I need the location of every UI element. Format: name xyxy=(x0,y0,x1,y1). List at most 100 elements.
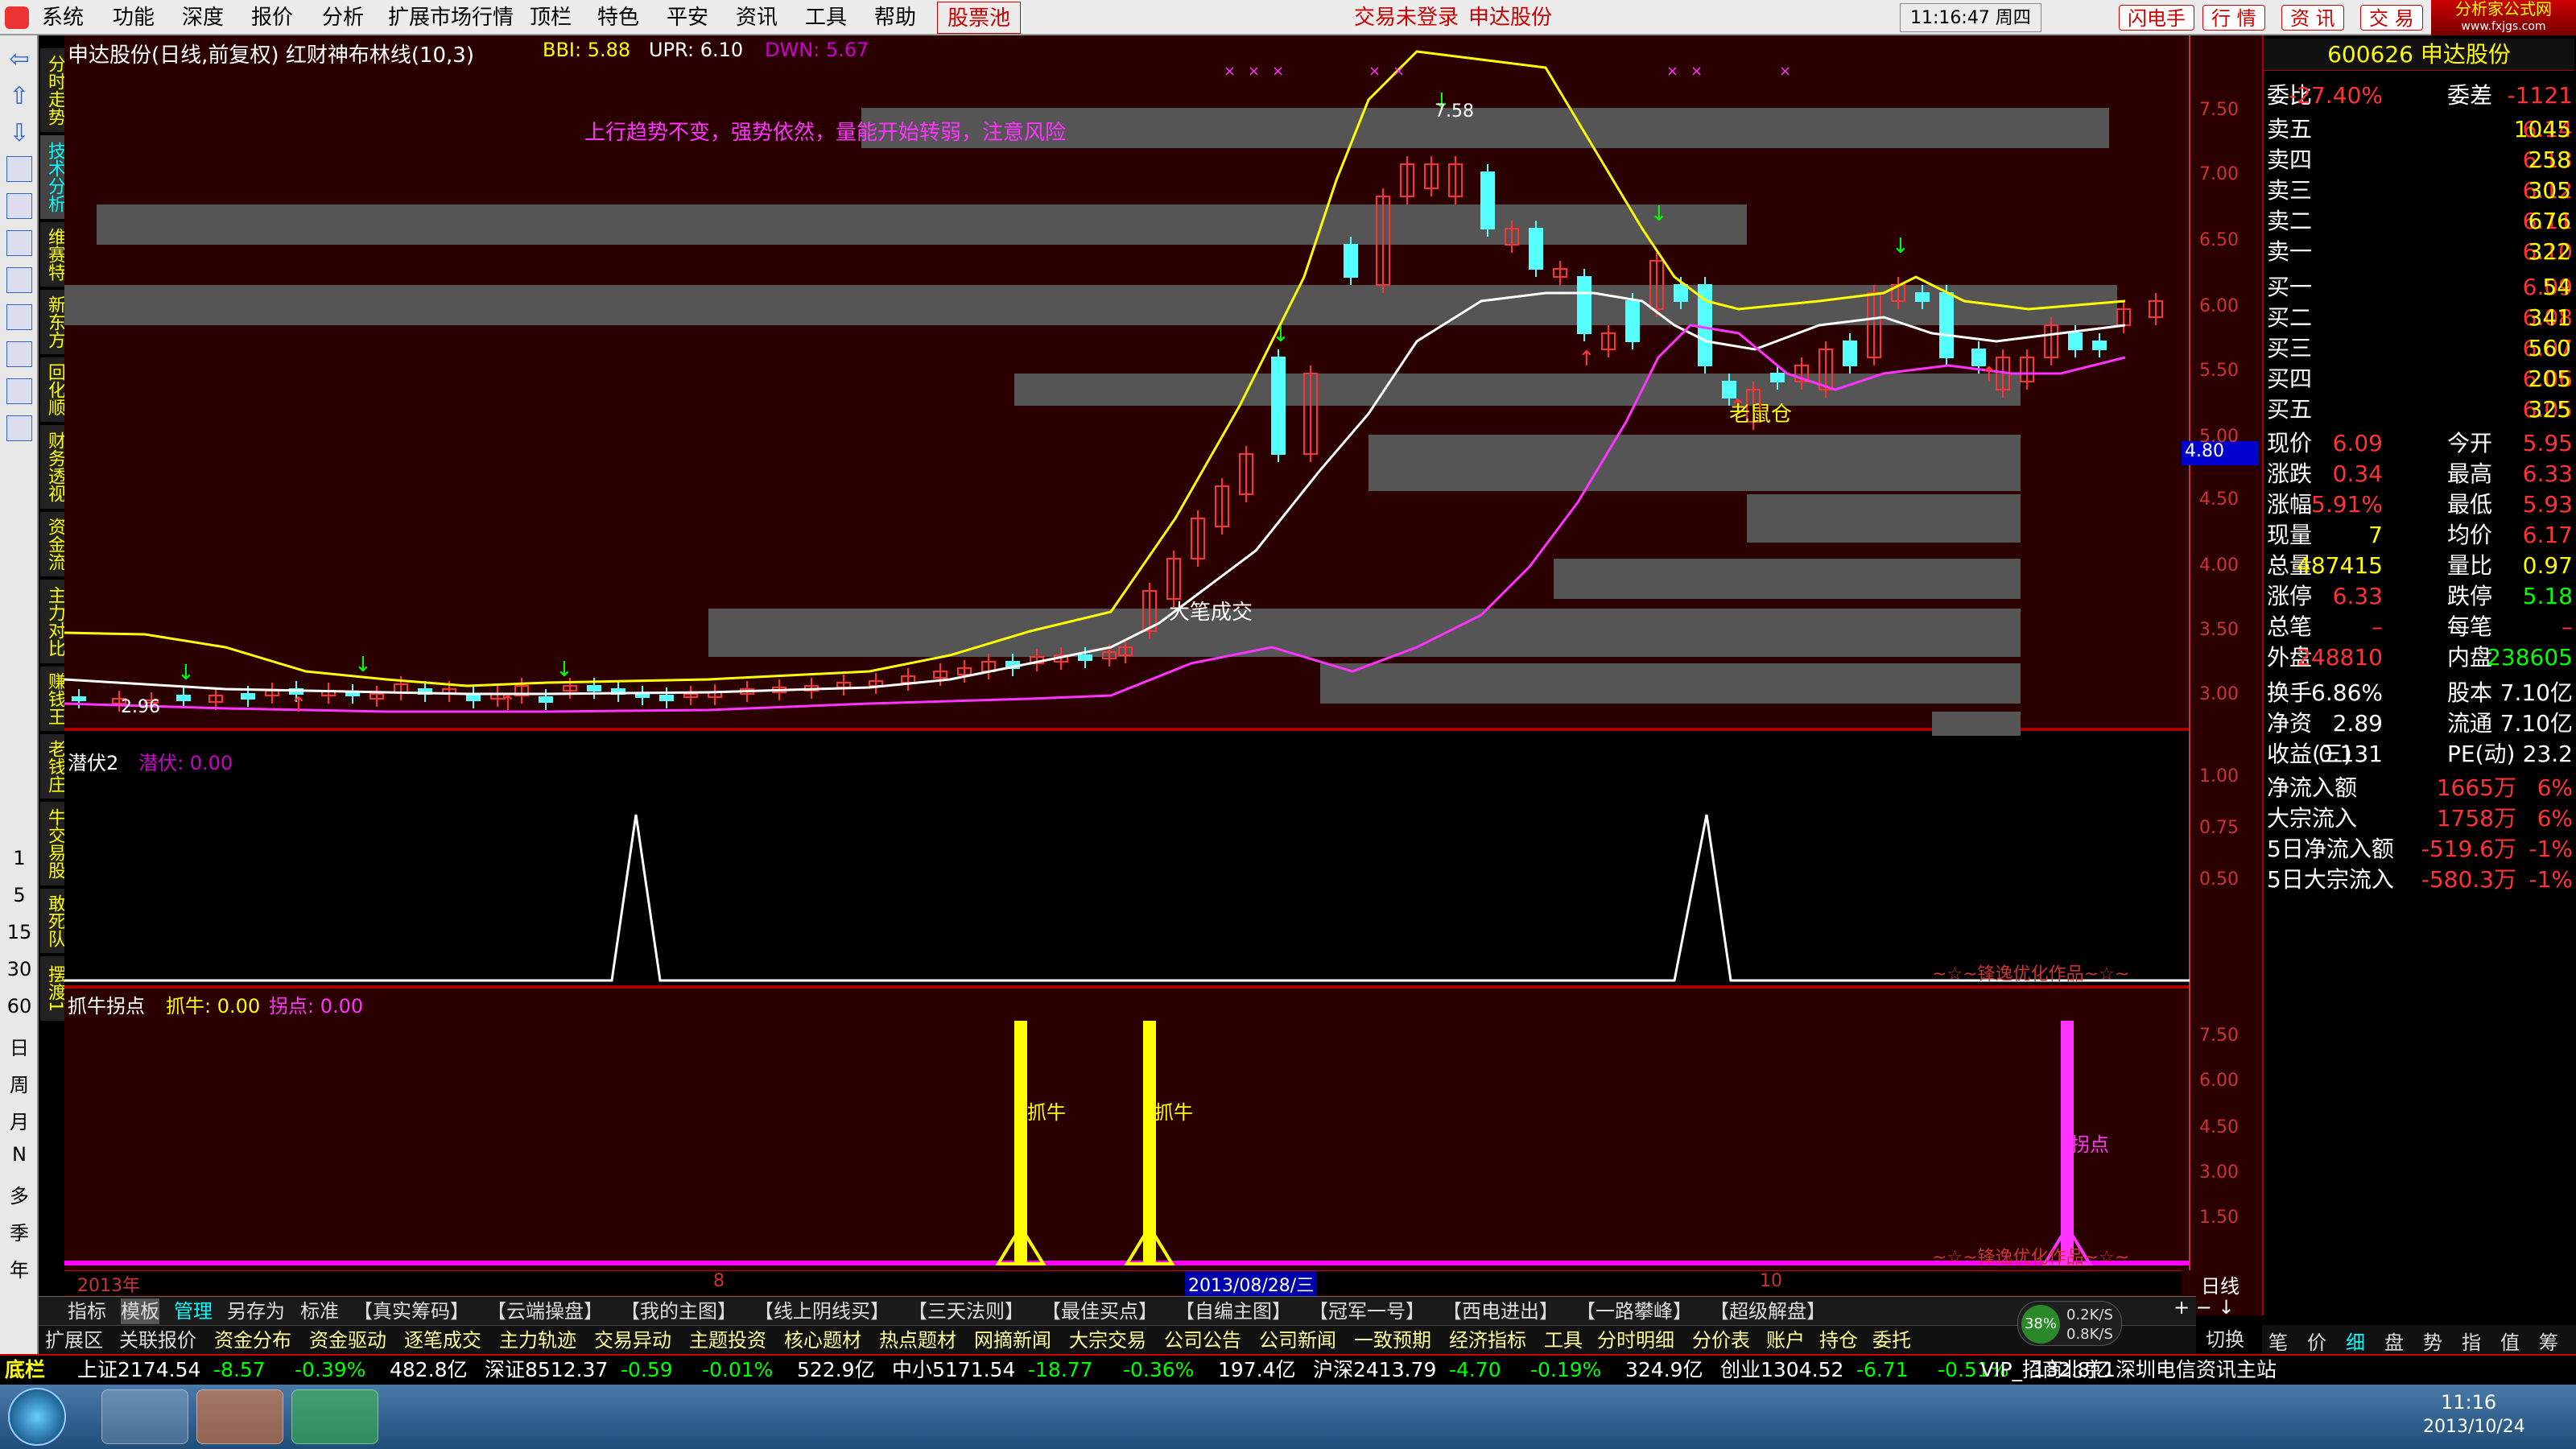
menu-item-4[interactable]: 分析 xyxy=(312,0,374,35)
indicator-tab-0[interactable]: 指标 xyxy=(68,1298,106,1324)
period-7[interactable]: 月 xyxy=(0,1106,39,1134)
stat-row[interactable]: 现价 6.09 今开 5.95 xyxy=(2267,428,2573,459)
period-9[interactable]: 多 xyxy=(0,1180,39,1208)
app-logo-icon[interactable] xyxy=(5,6,29,29)
vertical-tab-7[interactable]: 主力对比 xyxy=(40,580,65,663)
f9-icon[interactable] xyxy=(6,193,32,219)
fund-row[interactable]: 收益(三) 0.131 PE(动) 23.2 xyxy=(2267,739,2573,770)
quote-tab-3[interactable]: 盘 xyxy=(2384,1327,2404,1355)
stock-pool-menu[interactable]: 股票池 xyxy=(937,2,1022,34)
period-2[interactable]: 15 xyxy=(0,921,39,943)
vertical-tab-0[interactable]: 分时走势 xyxy=(40,48,65,132)
quote-tab-2[interactable]: 细 xyxy=(2346,1327,2365,1355)
menu-item-5[interactable]: 扩展市场行情 xyxy=(378,0,523,35)
stat-row[interactable]: 涨停 6.33 跌停 5.18 xyxy=(2267,581,2573,612)
app-browser-icon[interactable] xyxy=(196,1389,283,1444)
arrow-left-icon[interactable]: ⇦ xyxy=(0,45,39,73)
vertical-tab-10[interactable]: 牛交易股 xyxy=(40,802,65,886)
flow-row[interactable]: 净流入额 1665万 6% xyxy=(2267,773,2573,803)
indicator-tab-4[interactable]: 标准 xyxy=(300,1298,339,1324)
period-label[interactable]: 日线 xyxy=(2201,1270,2240,1298)
top-button-0[interactable]: 闪电手 xyxy=(2119,5,2194,31)
menu-item-1[interactable]: 功能 xyxy=(103,0,164,35)
period-1[interactable]: 5 xyxy=(0,884,39,906)
flow-row[interactable]: 5日大宗流入 -580.3万 -1% xyxy=(2267,865,2573,895)
function-tab-2[interactable]: 资金分布 xyxy=(214,1327,291,1353)
menu-item-10[interactable]: 工具 xyxy=(795,0,857,35)
function-tab-6[interactable]: 交易异动 xyxy=(594,1327,671,1353)
function-tab-11[interactable]: 大宗交易 xyxy=(1069,1327,1146,1353)
vertical-tab-4[interactable]: 回化顺 xyxy=(40,357,65,422)
taskbar-clock[interactable]: 11:16 xyxy=(2441,1391,2496,1414)
function-tab-10[interactable]: 网摘新闻 xyxy=(974,1327,1051,1353)
vertical-tab-8[interactable]: 赚钱王 xyxy=(40,667,65,731)
top-button-2[interactable]: 资 讯 xyxy=(2281,5,2344,31)
function-tab-14[interactable]: 一致预期 xyxy=(1354,1327,1431,1353)
indicator-tab-14[interactable]: 【一路攀峰】 xyxy=(1576,1298,1692,1324)
f5-icon[interactable] xyxy=(6,378,32,404)
menu-item-0[interactable]: 系统 xyxy=(32,0,93,35)
chart-area[interactable]: ↓ ↓ ↓ ↓ ↓ ↓ ↓ ↑ ↑ ↑ ↑ ↑ × × × × × × × × 申达股份(日线,前复权) 红财神布林线… xyxy=(64,35,2262,1315)
function-tab-4[interactable]: 逐笔成交 xyxy=(404,1327,481,1353)
indicator-tab-12[interactable]: 【冠军一号】 xyxy=(1309,1298,1425,1324)
indicator-tab-13[interactable]: 【西电进出】 xyxy=(1443,1298,1558,1324)
menu-item-11[interactable]: 帮助 xyxy=(865,0,926,35)
ticker-label[interactable]: 底栏 xyxy=(5,1356,45,1385)
stat-row[interactable]: 总量 487415 量比 0.97 xyxy=(2267,551,2573,581)
quote-tab-1[interactable]: 价 xyxy=(2307,1327,2326,1355)
f10-icon[interactable] xyxy=(6,415,32,441)
menu-item-3[interactable]: 报价 xyxy=(242,0,303,35)
top-button-3[interactable]: 交 易 xyxy=(2360,5,2423,31)
app-ie-icon[interactable] xyxy=(291,1389,378,1444)
vertical-tab-5[interactable]: 财务透视 xyxy=(40,425,65,509)
weibi-row[interactable]: 委比 -27.40% 委差 -1121 xyxy=(2267,80,2573,111)
indicator-tab-10[interactable]: 【最佳买点】 xyxy=(1042,1298,1158,1324)
indicator-tab-2[interactable]: 管理 xyxy=(174,1298,213,1324)
indicator-tab-9[interactable]: 【三天法则】 xyxy=(908,1298,1024,1324)
vertical-tab-11[interactable]: 敢死队 xyxy=(40,889,65,953)
menu-item-6[interactable]: 顶栏 xyxy=(520,0,581,35)
quote-tab-7[interactable]: 筹 xyxy=(2539,1327,2558,1355)
flow-row[interactable]: 大宗流入 1758万 6% xyxy=(2267,803,2573,834)
indicator-tab-3[interactable]: 另存为 xyxy=(227,1298,285,1324)
bid-row[interactable]: 买三 6.07 xyxy=(2267,333,2573,364)
function-tab-5[interactable]: 主力轨迹 xyxy=(499,1327,576,1353)
bid-row[interactable]: 买四 6.06 xyxy=(2267,364,2573,394)
pencil-icon[interactable] xyxy=(6,341,32,367)
function-tab-9[interactable]: 热点题材 xyxy=(879,1327,956,1353)
function-tab-7[interactable]: 主题投资 xyxy=(689,1327,766,1353)
site-label[interactable]: 深圳电信资讯主站 xyxy=(2116,1356,2277,1385)
switch-button[interactable]: 切换 xyxy=(2206,1325,2262,1354)
indicator-tab-5[interactable]: 【真实筹码】 xyxy=(353,1298,469,1324)
function-tab-8[interactable]: 核心题材 xyxy=(784,1327,861,1353)
function-tab-13[interactable]: 公司新闻 xyxy=(1259,1327,1336,1353)
menu-item-7[interactable]: 特色 xyxy=(588,0,649,35)
stat-row[interactable]: 外盘 248810 内盘 238605 xyxy=(2267,642,2573,673)
indicator-tab-8[interactable]: 【线上阴线买】 xyxy=(754,1298,890,1324)
ask-row[interactable]: 卖三 6.12 xyxy=(2267,175,2573,206)
ask-row[interactable]: 卖四 6.13 xyxy=(2267,145,2573,175)
move-icon[interactable] xyxy=(6,304,32,330)
indicator-tab-15[interactable]: 【超级解盘】 xyxy=(1710,1298,1826,1324)
top-button-1[interactable]: 行 情 xyxy=(2202,5,2265,31)
menu-item-9[interactable]: 资讯 xyxy=(726,0,787,35)
period-4[interactable]: 60 xyxy=(0,995,39,1018)
login-status[interactable]: 交易未登录 xyxy=(1344,0,1468,35)
start-orb-icon[interactable] xyxy=(8,1388,66,1446)
menu-item-2[interactable]: 深度 xyxy=(172,0,233,35)
vertical-tab-6[interactable]: 资金流 xyxy=(40,512,65,576)
fund-row[interactable]: 净资 2.89 流通 7.10亿 xyxy=(2267,708,2573,739)
taskbar-date[interactable]: 2013/10/24 xyxy=(2423,1417,2525,1437)
broker-label[interactable]: VIP_招商北京1 xyxy=(1980,1356,2116,1385)
bid-row[interactable]: 买二 6.08 xyxy=(2267,303,2573,333)
stat-row[interactable]: 总笔 – 每笔 – xyxy=(2267,612,2573,642)
function-tab-15[interactable]: 经济指标 xyxy=(1449,1327,1526,1353)
period-5[interactable]: 日 xyxy=(0,1032,39,1060)
period-8[interactable]: N xyxy=(0,1143,39,1166)
period-10[interactable]: 季 xyxy=(0,1217,39,1245)
period-0[interactable]: 1 xyxy=(0,847,39,869)
vertical-tab-2[interactable]: 维赛特 xyxy=(40,222,65,287)
rsi-icon[interactable] xyxy=(6,230,32,256)
function-tab-16[interactable]: 工具 xyxy=(1544,1327,1583,1353)
function-tab-12[interactable]: 公司公告 xyxy=(1164,1327,1241,1353)
